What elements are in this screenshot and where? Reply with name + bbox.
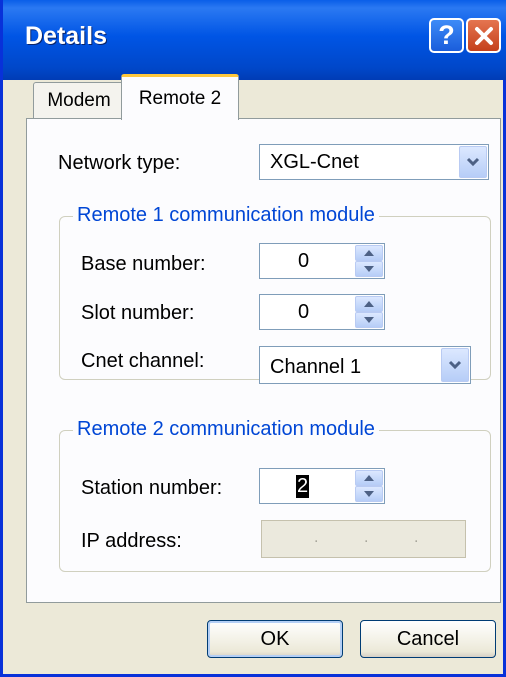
slot-number-label: Slot number: [81, 302, 195, 324]
help-button[interactable]: ? [429, 18, 464, 53]
slot-number-spinner[interactable]: 0 [259, 294, 385, 330]
slot-number-up-button[interactable] [355, 296, 383, 312]
arrow-up-icon [364, 301, 374, 307]
close-icon [474, 26, 493, 45]
base-number-spinner[interactable]: 0 [259, 243, 385, 279]
title-bar[interactable]: Details ? [3, 0, 506, 80]
ip-separator: . [314, 529, 319, 546]
network-type-select[interactable]: XGL-Cnet [259, 144, 489, 180]
remote-1-group-title: Remote 1 communication module [73, 204, 379, 227]
window-title: Details [25, 22, 107, 50]
cnet-channel-dropdown-button[interactable] [441, 348, 469, 382]
station-number-spinner[interactable]: 2 [259, 468, 385, 504]
slot-number-value: 0 [298, 301, 310, 323]
tab-remote-2-label: Remote 2 [138, 87, 222, 109]
base-number-up-button[interactable] [355, 245, 383, 261]
ok-button[interactable]: OK [207, 620, 343, 658]
network-type-dropdown-button[interactable] [459, 146, 487, 178]
remote-2-group-title: Remote 2 communication module [73, 418, 379, 441]
station-number-value[interactable]: 2 [296, 475, 310, 498]
network-type-value: XGL-Cnet [270, 151, 359, 173]
station-number-up-button[interactable] [355, 470, 383, 486]
tab-modem-label: Modem [47, 89, 111, 111]
chevron-down-icon [448, 360, 462, 370]
tab-remote-2[interactable]: Remote 2 [121, 74, 239, 120]
arrow-up-icon [364, 475, 374, 481]
arrow-down-icon [364, 491, 374, 497]
slot-number-down-button[interactable] [355, 312, 383, 328]
base-number-value: 0 [298, 250, 310, 272]
help-icon: ? [438, 20, 455, 50]
cnet-channel-label: Cnet channel: [81, 350, 205, 372]
ip-address-label: IP address: [81, 530, 182, 552]
ip-separator: . [364, 529, 369, 546]
station-number-label: Station number: [81, 477, 223, 499]
chevron-down-icon [466, 157, 480, 167]
tab-modem[interactable]: Modem [33, 82, 125, 118]
arrow-down-icon [364, 266, 374, 272]
arrow-up-icon [364, 250, 374, 256]
base-number-down-button[interactable] [355, 261, 383, 277]
cnet-channel-value: Channel 1 [270, 356, 362, 378]
close-button[interactable] [466, 18, 501, 53]
arrow-down-icon [364, 317, 374, 323]
network-type-label: Network type: [58, 152, 181, 174]
ip-separator: . [414, 529, 419, 546]
details-dialog: Details ? Modem Remote 2 Network type: X… [0, 0, 506, 677]
base-number-label: Base number: [81, 253, 206, 275]
ip-address-field: . . . [261, 520, 466, 558]
station-number-down-button[interactable] [355, 486, 383, 502]
cnet-channel-select[interactable]: Channel 1 [259, 346, 471, 384]
cancel-button[interactable]: Cancel [360, 620, 496, 658]
